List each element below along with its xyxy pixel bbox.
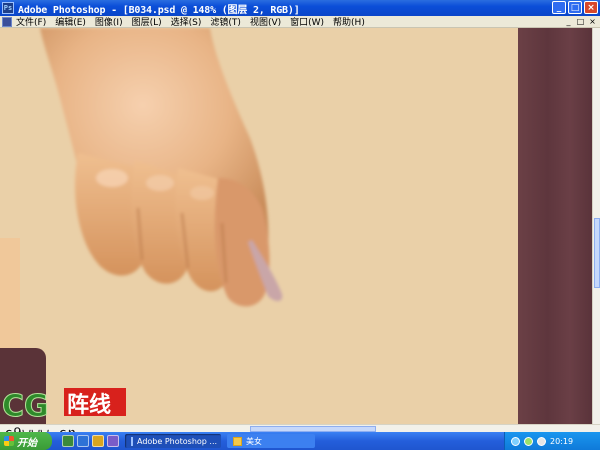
quick-launch: [62, 435, 119, 447]
media-player-icon[interactable]: [92, 435, 104, 447]
vertical-scroll-thumb[interactable]: [594, 218, 600, 288]
taskbar-folder-label: 美女: [246, 436, 262, 446]
menu-select[interactable]: 选择(S): [171, 15, 202, 28]
menu-file[interactable]: 文件(F): [16, 15, 46, 28]
menu-view[interactable]: 视图(V): [250, 15, 281, 28]
ie-icon[interactable]: [77, 435, 89, 447]
vertical-scrollbar[interactable]: [592, 28, 600, 424]
document-canvas[interactable]: [0, 28, 592, 424]
doc-minimize-button[interactable]: _: [563, 17, 574, 26]
document-icon[interactable]: [2, 16, 12, 27]
menu-window[interactable]: 窗口(W): [290, 15, 324, 28]
photoshop-icon: [131, 436, 133, 446]
clock: 20:19: [550, 436, 574, 446]
menu-filter[interactable]: 滤镜(T): [210, 15, 241, 28]
doc-restore-button[interactable]: □: [575, 17, 586, 26]
help-icon[interactable]: [511, 436, 520, 446]
menu-edit[interactable]: 编辑(E): [55, 15, 86, 28]
menu-image[interactable]: 图像(I): [95, 15, 123, 28]
title-bar: Ps Adobe Photoshop - [B034.psd @ 148% (图…: [0, 0, 600, 16]
menu-bar: 文件(F) 编辑(E) 图像(I) 图层(L) 选择(S) 滤镜(T) 视图(V…: [0, 16, 600, 28]
close-button[interactable]: ×: [584, 1, 598, 14]
tray-app-icon[interactable]: [524, 436, 533, 446]
taskbar-photoshop-label: Adobe Photoshop ...: [137, 436, 218, 446]
menu-help[interactable]: 帮助(H): [333, 15, 365, 28]
close-icon: ×: [587, 2, 595, 13]
taskbar-photoshop-button[interactable]: Adobe Photoshop ...: [125, 434, 221, 448]
menu-layer[interactable]: 图层(L): [132, 15, 162, 28]
volume-icon[interactable]: [537, 436, 546, 446]
start-button[interactable]: 开始: [0, 432, 52, 450]
logo-cg-text: CG: [2, 389, 49, 424]
doc-close-button[interactable]: ×: [587, 17, 598, 26]
photoshop-app-icon[interactable]: Ps: [2, 2, 14, 14]
window-title: Adobe Photoshop - [B034.psd @ 148% (图层 2…: [18, 4, 300, 16]
minimize-icon: _: [556, 2, 562, 13]
app-icon[interactable]: [107, 435, 119, 447]
logo-chinese-text: 阵线: [67, 392, 111, 418]
taskbar: 开始 Adobe Photoshop ... 美女 EN 20:19: [0, 432, 600, 450]
windows-logo-icon: [4, 436, 14, 446]
taskbar-folder-button[interactable]: 美女: [227, 434, 315, 448]
hand-painting: [40, 28, 283, 307]
system-tray: 20:19: [504, 432, 600, 450]
folder-icon: [233, 436, 242, 446]
maximize-icon: □: [570, 2, 580, 13]
start-label: 开始: [17, 437, 37, 449]
desktop-icon[interactable]: [62, 435, 74, 447]
maximize-button[interactable]: □: [568, 1, 582, 14]
minimize-button[interactable]: _: [552, 1, 566, 14]
